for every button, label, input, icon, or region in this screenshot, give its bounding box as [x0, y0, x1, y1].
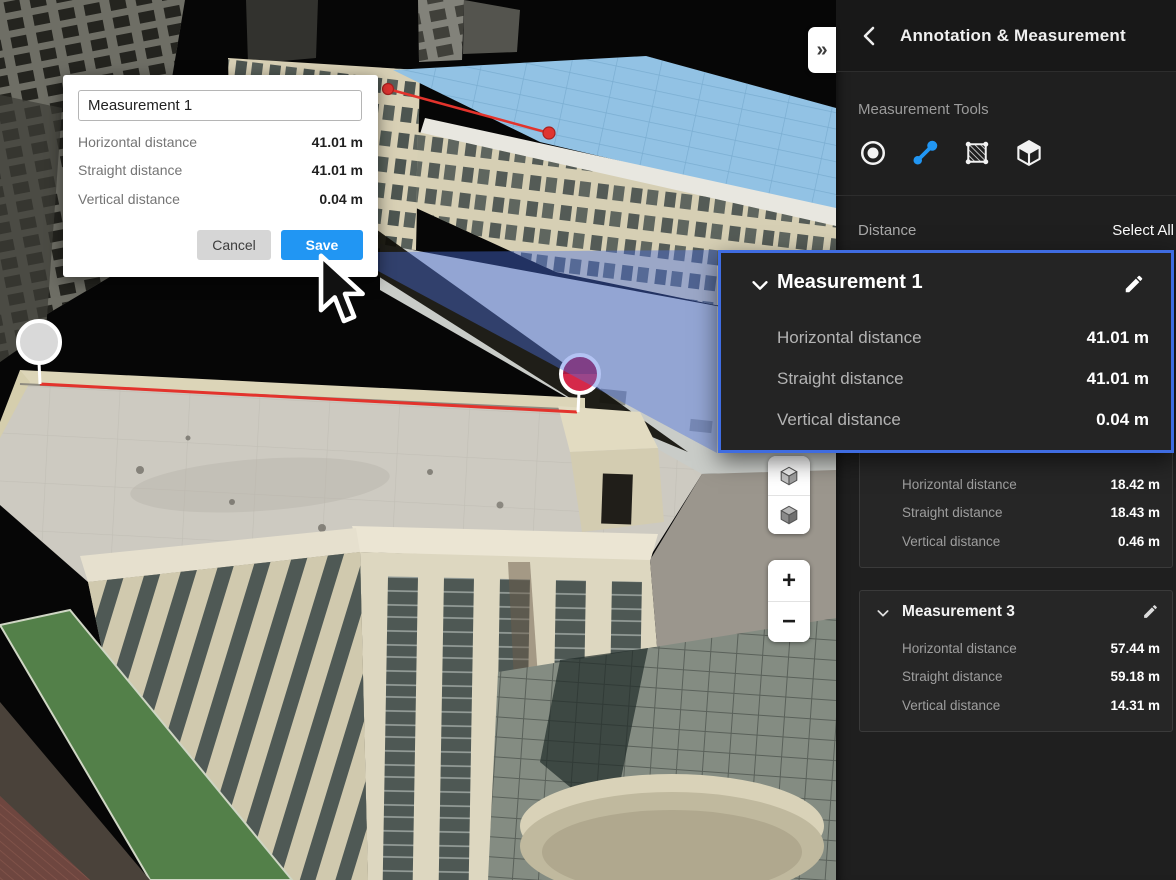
popup-row: Horizontal distance 41.01 m — [78, 134, 363, 152]
select-all-link[interactable]: Select All — [1112, 222, 1174, 239]
model-view-button[interactable] — [768, 456, 810, 495]
mesh-view-button[interactable] — [768, 495, 810, 534]
zoom-out-button[interactable]: − — [768, 601, 810, 642]
row-value: 41.01 m — [312, 162, 363, 178]
row-label: Horizontal distance — [902, 477, 1017, 492]
measurement-row: Straight distance 18.43 m — [860, 505, 1172, 525]
row-value: 59.18 m — [1110, 669, 1160, 684]
measurement-row: Straight distance 59.18 m — [860, 669, 1172, 689]
popup-row: Straight distance 41.01 m — [78, 162, 363, 180]
measurement-row: Horizontal distance 57.44 m — [860, 641, 1172, 661]
cancel-button[interactable]: Cancel — [197, 230, 271, 260]
point-tool-button[interactable] — [858, 138, 890, 170]
chevron-down-icon[interactable] — [875, 605, 891, 621]
divider — [836, 195, 1176, 196]
volume-tool-button[interactable] — [1014, 138, 1046, 170]
row-value: 57.44 m — [1110, 641, 1160, 656]
row-value: 41.01 m — [312, 134, 363, 150]
row-label: Straight distance — [902, 669, 1003, 684]
cube-outline-icon — [778, 465, 800, 487]
view-mode-controls — [768, 456, 810, 534]
panel-collapse-button[interactable]: » — [808, 27, 836, 73]
distance-section-header: Distance Select All — [836, 222, 1176, 242]
save-button[interactable]: Save — [281, 230, 363, 260]
card-header: Measurement 3 — [860, 601, 1172, 625]
measurement-row: Vertical distance 14.31 m — [860, 698, 1172, 718]
measurement-tools — [836, 138, 1176, 172]
cube-filled-icon — [778, 504, 800, 526]
card-header: Measurement 1 — [721, 270, 1171, 300]
distance-label: Distance — [858, 222, 916, 239]
area-tool-button[interactable] — [962, 138, 994, 170]
volume-cube-icon — [1014, 138, 1044, 168]
row-label: Vertical distance — [78, 191, 180, 207]
row-label: Straight distance — [777, 369, 904, 389]
measurement-row: Horizontal distance 18.42 m — [860, 477, 1172, 497]
measurement-card-3[interactable]: Measurement 3 Horizontal distance 57.44 … — [859, 590, 1173, 732]
row-value: 0.04 m — [1096, 410, 1149, 430]
measurement-name: Measurement 3 — [902, 603, 1015, 621]
chevron-left-icon — [858, 24, 882, 48]
measurement-row: Horizontal distance 41.01 m — [721, 328, 1171, 352]
measurement-name-input[interactable] — [78, 90, 362, 121]
row-value: 41.01 m — [1087, 369, 1149, 389]
measurement-row: Vertical distance 0.46 m — [860, 534, 1172, 554]
measurement-card-1-selected[interactable]: Measurement 1 Horizontal distance 41.01 … — [718, 250, 1174, 453]
row-label: Vertical distance — [902, 698, 1000, 713]
row-value: 0.04 m — [319, 191, 363, 207]
row-label: Vertical distance — [902, 534, 1000, 549]
zoom-in-button[interactable]: + — [768, 560, 810, 601]
measurement-save-popup: Horizontal distance 41.01 m Straight dis… — [63, 75, 378, 277]
popup-row: Vertical distance 0.04 m — [78, 191, 363, 209]
row-label: Horizontal distance — [902, 641, 1017, 656]
measure-point[interactable] — [383, 84, 394, 95]
zoom-controls: + − — [768, 560, 810, 642]
edit-icon[interactable] — [1123, 273, 1145, 295]
row-value: 41.01 m — [1087, 328, 1149, 348]
row-label: Horizontal distance — [777, 328, 922, 348]
area-icon — [962, 138, 992, 168]
measurement-row: Vertical distance 0.04 m — [721, 410, 1171, 434]
measurement-row: Straight distance 41.01 m — [721, 369, 1171, 393]
row-label: Straight distance — [902, 505, 1003, 520]
row-value: 18.42 m — [1110, 477, 1160, 492]
distance-tool-button[interactable] — [910, 138, 942, 170]
edit-icon[interactable] — [1142, 603, 1159, 620]
panel-header: Annotation & Measurement — [836, 0, 1176, 72]
row-label: Straight distance — [78, 162, 182, 178]
panel-title: Annotation & Measurement — [900, 26, 1126, 46]
row-label: Horizontal distance — [78, 134, 197, 150]
measure-point[interactable] — [543, 127, 555, 139]
distance-icon — [910, 138, 940, 168]
measurement-name: Measurement 1 — [777, 271, 923, 294]
row-label: Vertical distance — [777, 410, 901, 430]
chevron-down-icon[interactable] — [749, 274, 771, 296]
back-button[interactable] — [858, 24, 882, 48]
tools-section-label: Measurement Tools — [858, 101, 989, 118]
row-value: 14.31 m — [1110, 698, 1160, 713]
point-icon — [858, 138, 888, 168]
row-value: 0.46 m — [1118, 534, 1160, 549]
row-value: 18.43 m — [1110, 505, 1160, 520]
app-root: Horizontal distance 41.01 m Straight dis… — [0, 0, 1176, 880]
